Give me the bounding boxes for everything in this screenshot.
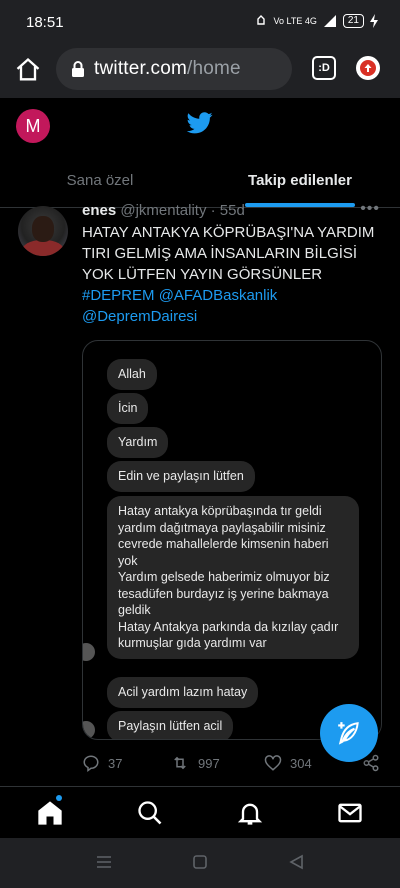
author-name[interactable]: enes	[82, 202, 116, 219]
system-navigation-bar	[0, 838, 400, 888]
back-icon[interactable]	[288, 854, 304, 870]
signal-text: Vo LTE 4G	[273, 16, 317, 26]
tweet-body: HATAY ANTAKYA KÖPRÜBAŞI'NA YARDIM TIRI G…	[82, 224, 375, 283]
chat-bubble: Yardım	[107, 427, 169, 458]
search-icon[interactable]	[136, 799, 164, 827]
chat-bubble: İcin	[107, 393, 149, 424]
account-avatar[interactable]: M	[16, 109, 50, 143]
chat-bubble: Hatay antakya köprübaşında tır geldi yar…	[107, 496, 359, 659]
bell-icon[interactable]	[236, 799, 264, 827]
lock-icon	[72, 61, 84, 77]
chat-bubble: Edin ve paylaşın lütfen	[107, 461, 255, 492]
tweet-text: HATAY ANTAKYA KÖPRÜBAŞI'NA YARDIM TIRI G…	[82, 222, 382, 327]
chat-bubble: Acil yardım lazım hatay	[107, 677, 259, 708]
home-icon[interactable]	[36, 799, 64, 827]
retweet-count: 997	[198, 755, 220, 771]
status-bar: 18:51 Vo LTE 4G 21	[0, 0, 400, 46]
url-text: twitter.com/home	[94, 58, 241, 80]
signal-icon	[323, 15, 336, 27]
like-icon	[264, 755, 282, 771]
status-icons: Vo LTE 4G 21	[254, 14, 378, 28]
reply-count: 37	[108, 755, 123, 771]
url-domain: twitter.com	[94, 58, 187, 79]
address-bar[interactable]: twitter.com/home	[56, 48, 292, 90]
url-path: /home	[187, 58, 241, 79]
chat-bubble: Paylaşın lütfen acil	[107, 711, 234, 739]
extension-button[interactable]	[356, 56, 380, 80]
twitter-bird-icon[interactable]	[187, 112, 213, 134]
like-count: 304	[290, 755, 312, 771]
reply-icon	[83, 755, 99, 772]
hashtag-link[interactable]: #DEPREM	[82, 287, 155, 304]
more-options-icon[interactable]: •••	[360, 200, 380, 218]
upload-icon	[360, 60, 376, 76]
like-button[interactable]: 304	[264, 754, 312, 772]
bottom-navigation	[0, 786, 400, 838]
mention-link[interactable]: @DepremDairesi	[82, 308, 197, 325]
chat-bubble: Allah	[107, 359, 157, 390]
tweet-header: enes @jkmentality · 55d	[82, 202, 245, 219]
mention-link[interactable]: @AFADBaskanlik	[159, 287, 278, 304]
retweet-button[interactable]: 997	[170, 754, 220, 772]
author-handle[interactable]: @jkmentality	[120, 202, 206, 219]
home-square-icon[interactable]	[192, 854, 208, 870]
mail-icon[interactable]	[336, 799, 364, 827]
twitter-header: M Sana özel Takip edilenler	[0, 98, 400, 208]
tweet[interactable]: enes @jkmentality · 55d ••• HATAY ANTAKY…	[0, 200, 400, 786]
tweet-media-image[interactable]: Allah İcin Yardım Edin ve paylaşın lütfe…	[82, 340, 382, 740]
new-content-dot	[56, 795, 62, 801]
home-icon[interactable]	[14, 56, 42, 84]
tabs-button[interactable]: :D	[312, 56, 336, 80]
browser-toolbar: twitter.com/home :D	[0, 46, 400, 98]
battery-level: 21	[342, 14, 364, 28]
compose-icon	[338, 722, 359, 745]
menu-icon[interactable]	[96, 854, 112, 870]
chat-avatar	[83, 643, 95, 661]
tweet-author-avatar[interactable]	[18, 206, 68, 256]
retweet-icon	[174, 756, 186, 770]
alarm-icon	[256, 15, 265, 25]
tweet-time[interactable]: · 55d	[211, 202, 245, 219]
charging-icon	[370, 14, 378, 28]
compose-tweet-button[interactable]	[320, 704, 378, 762]
chat-avatar	[83, 721, 95, 739]
status-time: 18:51	[26, 14, 64, 31]
reply-button[interactable]: 37	[82, 754, 122, 772]
